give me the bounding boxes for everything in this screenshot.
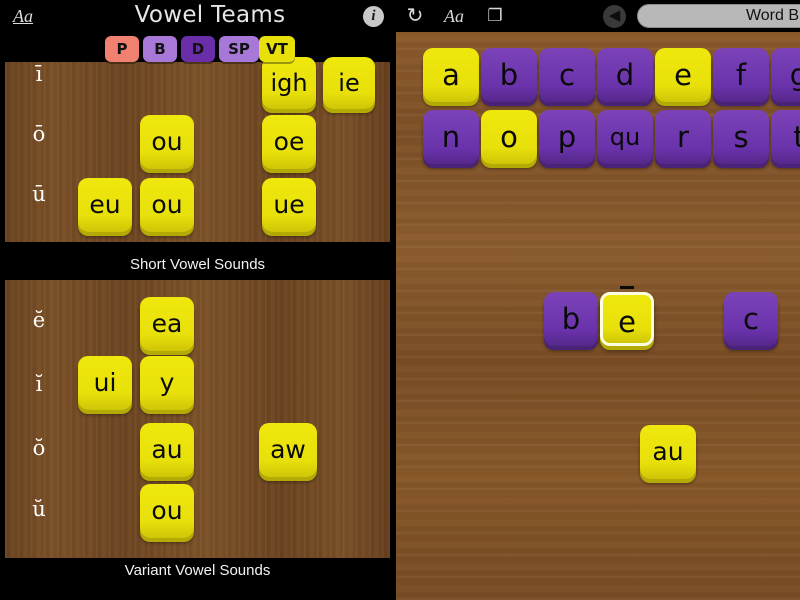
tile-label: s	[733, 120, 749, 154]
tile-label: oe	[273, 127, 305, 156]
page-title: Vowel Teams	[134, 2, 286, 28]
alphabet-tile-f[interactable]: f	[713, 48, 769, 102]
info-icon[interactable]: i	[363, 6, 384, 27]
alphabet-tile-n[interactable]: n	[423, 110, 479, 164]
vowel-team-tile[interactable]: aw	[259, 423, 317, 477]
workspace-tile[interactable]: c	[724, 292, 778, 346]
short-vowels-panel[interactable]	[5, 280, 390, 558]
top-toolbar: Aa Vowel Teams i ↻ Aa ❐ ◀ Word B	[0, 0, 800, 32]
vowel-team-tile[interactable]: ea	[140, 297, 194, 351]
tile-label: ui	[93, 368, 117, 397]
tile-label: a	[442, 58, 460, 92]
tile-label: eu	[89, 190, 121, 219]
tile-label: e	[603, 286, 651, 349]
vowel-team-tile[interactable]: igh	[262, 57, 316, 109]
word-bank-field[interactable]: Word B	[637, 4, 800, 28]
tile-label: ou	[151, 496, 183, 525]
alphabet-tile-d[interactable]: d	[597, 48, 653, 102]
alphabet-tile-o[interactable]: o	[481, 110, 537, 164]
alphabet-tile-r[interactable]: r	[655, 110, 711, 164]
tile-label: ie	[338, 69, 360, 97]
app-root: Aa Vowel Teams i ↻ Aa ❐ ◀ Word B P B D SP VT…	[0, 0, 800, 600]
vowel-team-tile[interactable]: y	[140, 356, 194, 410]
vowel-team-tile[interactable]: ui	[78, 356, 132, 410]
tile-label: ue	[273, 190, 305, 219]
vowel-row-label: ĭ	[35, 372, 43, 396]
tile-label: qu	[609, 123, 641, 151]
tile-label: b	[499, 58, 519, 92]
panel-section-label: Short Vowel Sounds	[0, 252, 395, 278]
vowel-row-label: ō	[32, 122, 46, 146]
category-button-b[interactable]: B	[143, 36, 177, 62]
vowel-row-label: ĕ	[32, 308, 46, 332]
tile-label: y	[159, 368, 175, 397]
vowel-team-tile[interactable]: eu	[78, 178, 132, 232]
macron-mark: e	[618, 286, 636, 349]
tile-label: igh	[270, 69, 308, 97]
tile-label: c	[559, 58, 575, 92]
alphabet-tile-s[interactable]: s	[713, 110, 769, 164]
tile-label: p	[557, 120, 577, 154]
tile-label: au	[151, 435, 183, 464]
vowel-row-label: ū	[32, 182, 46, 206]
alphabet-tile-e[interactable]: e	[655, 48, 711, 102]
category-button-sp[interactable]: SP	[219, 36, 259, 62]
workspace-tile[interactable]: e	[600, 286, 654, 349]
tile-label: c	[743, 302, 759, 336]
panel-section-label: Variant Vowel Sounds	[0, 558, 395, 584]
alphabet-tile-qu[interactable]: qu	[597, 110, 653, 164]
alphabet-tile-c[interactable]: c	[539, 48, 595, 102]
category-button-p[interactable]: P	[105, 36, 139, 62]
tile-label: g	[789, 58, 800, 92]
font-size-icon-right[interactable]: Aa	[436, 0, 472, 32]
alphabet-tile-g[interactable]: g	[771, 48, 800, 102]
vowel-team-tile[interactable]: ou	[140, 115, 194, 169]
tile-label: f	[735, 58, 747, 92]
tile-label: b	[561, 302, 581, 336]
alphabet-tile-p[interactable]: p	[539, 110, 595, 164]
alphabet-tile-b[interactable]: b	[481, 48, 537, 102]
tile-label: r	[677, 120, 689, 154]
vowel-team-tile[interactable]: ue	[262, 178, 316, 232]
tile-label: aw	[270, 435, 306, 464]
tile-label: ea	[151, 309, 183, 338]
vowel-team-tile[interactable]: ou	[140, 484, 194, 538]
layers-icon[interactable]: ❐	[478, 0, 512, 32]
back-arrow-icon[interactable]: ◀	[603, 5, 626, 28]
vowel-team-tile[interactable]: oe	[262, 115, 316, 169]
category-button-bar: P B D SP VT	[0, 34, 395, 62]
tile-label: d	[615, 58, 635, 92]
refresh-icon[interactable]: ↻	[398, 0, 432, 32]
vowel-row-label: ŏ	[32, 436, 46, 460]
alphabet-tile-t[interactable]: t	[771, 110, 800, 164]
tile-label: ou	[151, 127, 183, 156]
vowel-row-label: ī	[35, 62, 43, 86]
tile-label: e	[674, 58, 692, 92]
vowel-row-label: ŭ	[32, 497, 46, 521]
font-size-icon-left[interactable]: Aa	[6, 0, 40, 32]
tile-label: t	[793, 120, 800, 154]
category-button-vt[interactable]: VT	[259, 36, 295, 62]
vowel-team-tile[interactable]: ie	[323, 57, 375, 109]
tile-label: ou	[151, 190, 183, 219]
workspace-tile[interactable]: au	[640, 425, 696, 479]
tile-label: o	[500, 120, 518, 154]
tile-label: au	[652, 437, 684, 466]
vowel-team-tile[interactable]: ou	[140, 178, 194, 232]
category-button-d[interactable]: D	[181, 36, 215, 62]
tile-label: n	[441, 120, 461, 154]
workspace-tile[interactable]: b	[544, 292, 598, 346]
vowel-team-tile[interactable]: au	[140, 423, 194, 477]
alphabet-tile-a[interactable]: a	[423, 48, 479, 102]
